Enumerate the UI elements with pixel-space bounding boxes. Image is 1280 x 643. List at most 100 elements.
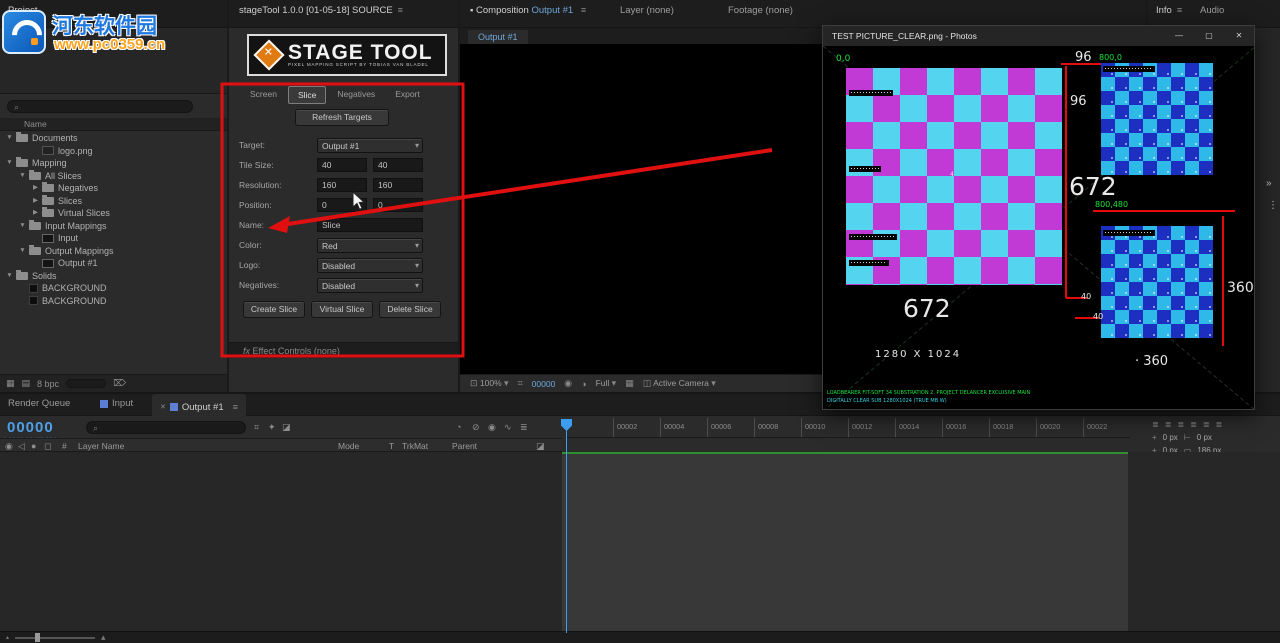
project-search-input[interactable]: ⌕ bbox=[7, 100, 193, 113]
tab-layer[interactable]: Layer (none) bbox=[620, 5, 674, 16]
photos-titlebar[interactable]: TEST PICTURE_CLEAR.png - Photos — ▢ ✕ bbox=[823, 26, 1254, 46]
twirl-icon[interactable]: ▼ bbox=[17, 170, 28, 183]
viewer-tab-output1[interactable]: Output #1 bbox=[468, 30, 528, 44]
photos-content[interactable]: 0,0 96 800,0 96 672 800,480 672 360 40 4… bbox=[823, 46, 1254, 409]
current-frame-display[interactable]: 00000 bbox=[7, 419, 54, 436]
column-layer-name[interactable]: Layer Name bbox=[78, 441, 124, 451]
virtual-slice-button[interactable]: Virtual Slice bbox=[311, 301, 373, 318]
frame-blend-icon[interactable]: ◔ bbox=[456, 422, 461, 432]
slice-name-input[interactable]: Slice bbox=[317, 218, 423, 232]
tree-item-slices[interactable]: ▶Slices bbox=[0, 195, 227, 208]
twirl-icon[interactable]: ▼ bbox=[17, 245, 28, 258]
tree-item-logo-png[interactable]: logo.png bbox=[0, 145, 227, 158]
resolution-y-input[interactable]: 160 bbox=[373, 178, 423, 192]
solo-icon[interactable]: ● bbox=[31, 441, 36, 451]
tab-footage[interactable]: Footage (none) bbox=[728, 5, 793, 16]
panel-menu-icon[interactable]: ≡ bbox=[233, 402, 238, 412]
refresh-targets-button[interactable]: Refresh Targets bbox=[295, 109, 389, 126]
tree-item-background[interactable]: BACKGROUND bbox=[0, 295, 227, 308]
maximize-button[interactable]: ▢ bbox=[1194, 26, 1224, 46]
tab-output1[interactable]: ✕Output #1≡ bbox=[152, 394, 246, 416]
tree-item-all-slices[interactable]: ▼All Slices bbox=[0, 170, 227, 183]
twirl-icon[interactable]: ▼ bbox=[4, 132, 15, 145]
column-mode[interactable]: Mode bbox=[338, 441, 359, 451]
align-left-icon[interactable]: ≣ bbox=[1152, 420, 1159, 429]
stagetool-tab-export[interactable]: Export bbox=[386, 86, 429, 104]
stagetool-tab-screen[interactable]: Screen bbox=[241, 86, 286, 104]
current-time-indicator-line[interactable] bbox=[566, 419, 567, 633]
viewport-timecode[interactable]: 00000 bbox=[532, 379, 556, 389]
motion-blur-icon[interactable]: ⊘ bbox=[472, 422, 480, 433]
transfer-controls-icon[interactable]: ◪ bbox=[536, 441, 545, 452]
zoom-select[interactable]: ⊡ 100% ▾ bbox=[470, 378, 509, 389]
expand-panel-chevrons-icon[interactable]: » bbox=[1266, 178, 1272, 189]
tree-item-background[interactable]: BACKGROUND bbox=[0, 282, 227, 295]
tab-info[interactable]: Info≡ bbox=[1156, 5, 1182, 16]
column-trkmat[interactable]: TrkMat bbox=[402, 441, 428, 451]
panel-menu-icon[interactable]: ≡ bbox=[1177, 5, 1182, 15]
graph-editor-icon[interactable]: ∿ bbox=[504, 422, 512, 433]
align-right-icon[interactable]: ≣ bbox=[1177, 420, 1184, 429]
resolution-select[interactable]: Full ▾ bbox=[596, 378, 617, 389]
snapshot-icon[interactable]: ◉ bbox=[564, 378, 572, 389]
zoom-out-icon[interactable]: ▴ bbox=[6, 634, 9, 641]
twirl-icon[interactable]: ▼ bbox=[4, 157, 15, 170]
auto-keyframe-icon[interactable]: ◉ bbox=[488, 422, 496, 433]
region-of-interest-icon[interactable]: ▦ bbox=[625, 378, 634, 389]
create-slice-button[interactable]: Create Slice bbox=[243, 301, 305, 318]
camera-select[interactable]: ◫ Active Camera ▾ bbox=[643, 378, 716, 389]
timeline-ruler[interactable]: 0000200004000060000800010000120001400016… bbox=[566, 418, 1130, 438]
timeline-zoom-slider[interactable] bbox=[15, 637, 95, 639]
column-parent[interactable]: Parent bbox=[452, 441, 477, 451]
trash-icon[interactable]: ⌦ bbox=[113, 378, 126, 389]
tab-input[interactable]: Input bbox=[100, 398, 133, 409]
timeline-layer-list-area[interactable] bbox=[0, 452, 562, 633]
tree-item-input-mappings[interactable]: ▼Input Mappings bbox=[0, 220, 227, 233]
tab-audio[interactable]: Audio bbox=[1200, 5, 1224, 16]
tree-item-mapping[interactable]: ▼Mapping bbox=[0, 157, 227, 170]
eye-icon[interactable]: ◉ bbox=[5, 441, 13, 452]
bit-depth-label[interactable]: 8 bpc bbox=[37, 379, 59, 389]
align-bottom-icon[interactable]: ≣ bbox=[1216, 420, 1223, 429]
twirl-icon[interactable]: ▶ bbox=[30, 182, 41, 195]
column-t[interactable]: T bbox=[389, 441, 394, 451]
offset-x-value[interactable]: 0 px bbox=[1163, 433, 1178, 442]
offset-y-value[interactable]: 0 px bbox=[1197, 433, 1212, 442]
negatives-select[interactable]: Disabled▾ bbox=[317, 278, 423, 293]
stagetool-tab-slice[interactable]: Slice bbox=[288, 86, 326, 104]
tree-item-documents[interactable]: ▼Documents bbox=[0, 132, 227, 145]
position-x-input[interactable]: 0 bbox=[317, 198, 367, 212]
align-top-icon[interactable]: ≣ bbox=[1190, 420, 1197, 429]
stagetool-panel-title[interactable]: stageTool 1.0.0 [01-05-18] SOURCE≡ bbox=[239, 5, 403, 16]
twirl-icon[interactable]: ▼ bbox=[17, 220, 28, 233]
brainstorm-icon[interactable]: ≣ bbox=[520, 422, 528, 433]
zoom-in-icon[interactable]: ▴ bbox=[101, 632, 106, 643]
project-name-column-header[interactable]: Name bbox=[0, 118, 227, 131]
audio-icon[interactable]: ◁ bbox=[18, 441, 25, 452]
close-button[interactable]: ✕ bbox=[1224, 26, 1254, 46]
tree-item-output-mappings[interactable]: ▼Output Mappings bbox=[0, 245, 227, 258]
tree-item-output-#1[interactable]: Output #1 bbox=[0, 257, 227, 270]
align-center-h-icon[interactable]: ≣ bbox=[1165, 420, 1172, 429]
tile-size-x-input[interactable]: 40 bbox=[317, 158, 367, 172]
timeline-track-area[interactable] bbox=[562, 452, 1128, 633]
draft-3d-icon[interactable]: ✦ bbox=[268, 422, 276, 433]
grid-guides-icon[interactable]: ⌗ bbox=[518, 378, 523, 389]
minimize-button[interactable]: — bbox=[1164, 26, 1194, 46]
panel-menu-icon[interactable]: ≡ bbox=[581, 5, 586, 15]
project-footer-field[interactable] bbox=[66, 379, 106, 388]
tree-item-solids[interactable]: ▼Solids bbox=[0, 270, 227, 283]
icon-view-icon[interactable]: ▦ bbox=[6, 378, 15, 389]
logo-select[interactable]: Disabled▾ bbox=[317, 258, 423, 273]
show-channel-icon[interactable]: ◑ bbox=[581, 379, 586, 389]
shy-layers-icon[interactable]: ◪ bbox=[282, 422, 291, 433]
tab-render-queue[interactable]: Render Queue bbox=[8, 398, 70, 409]
column-hash[interactable]: # bbox=[62, 441, 67, 451]
close-tab-icon[interactable]: ✕ bbox=[160, 403, 166, 411]
twirl-icon[interactable]: ▶ bbox=[30, 195, 41, 208]
list-view-icon[interactable]: ▤ bbox=[22, 378, 31, 389]
delete-slice-button[interactable]: Delete Slice bbox=[379, 301, 441, 318]
resolution-x-input[interactable]: 160 bbox=[317, 178, 367, 192]
stagetool-tab-negatives[interactable]: Negatives bbox=[328, 86, 384, 104]
timeline-search-input[interactable]: ⌕ bbox=[86, 421, 246, 434]
